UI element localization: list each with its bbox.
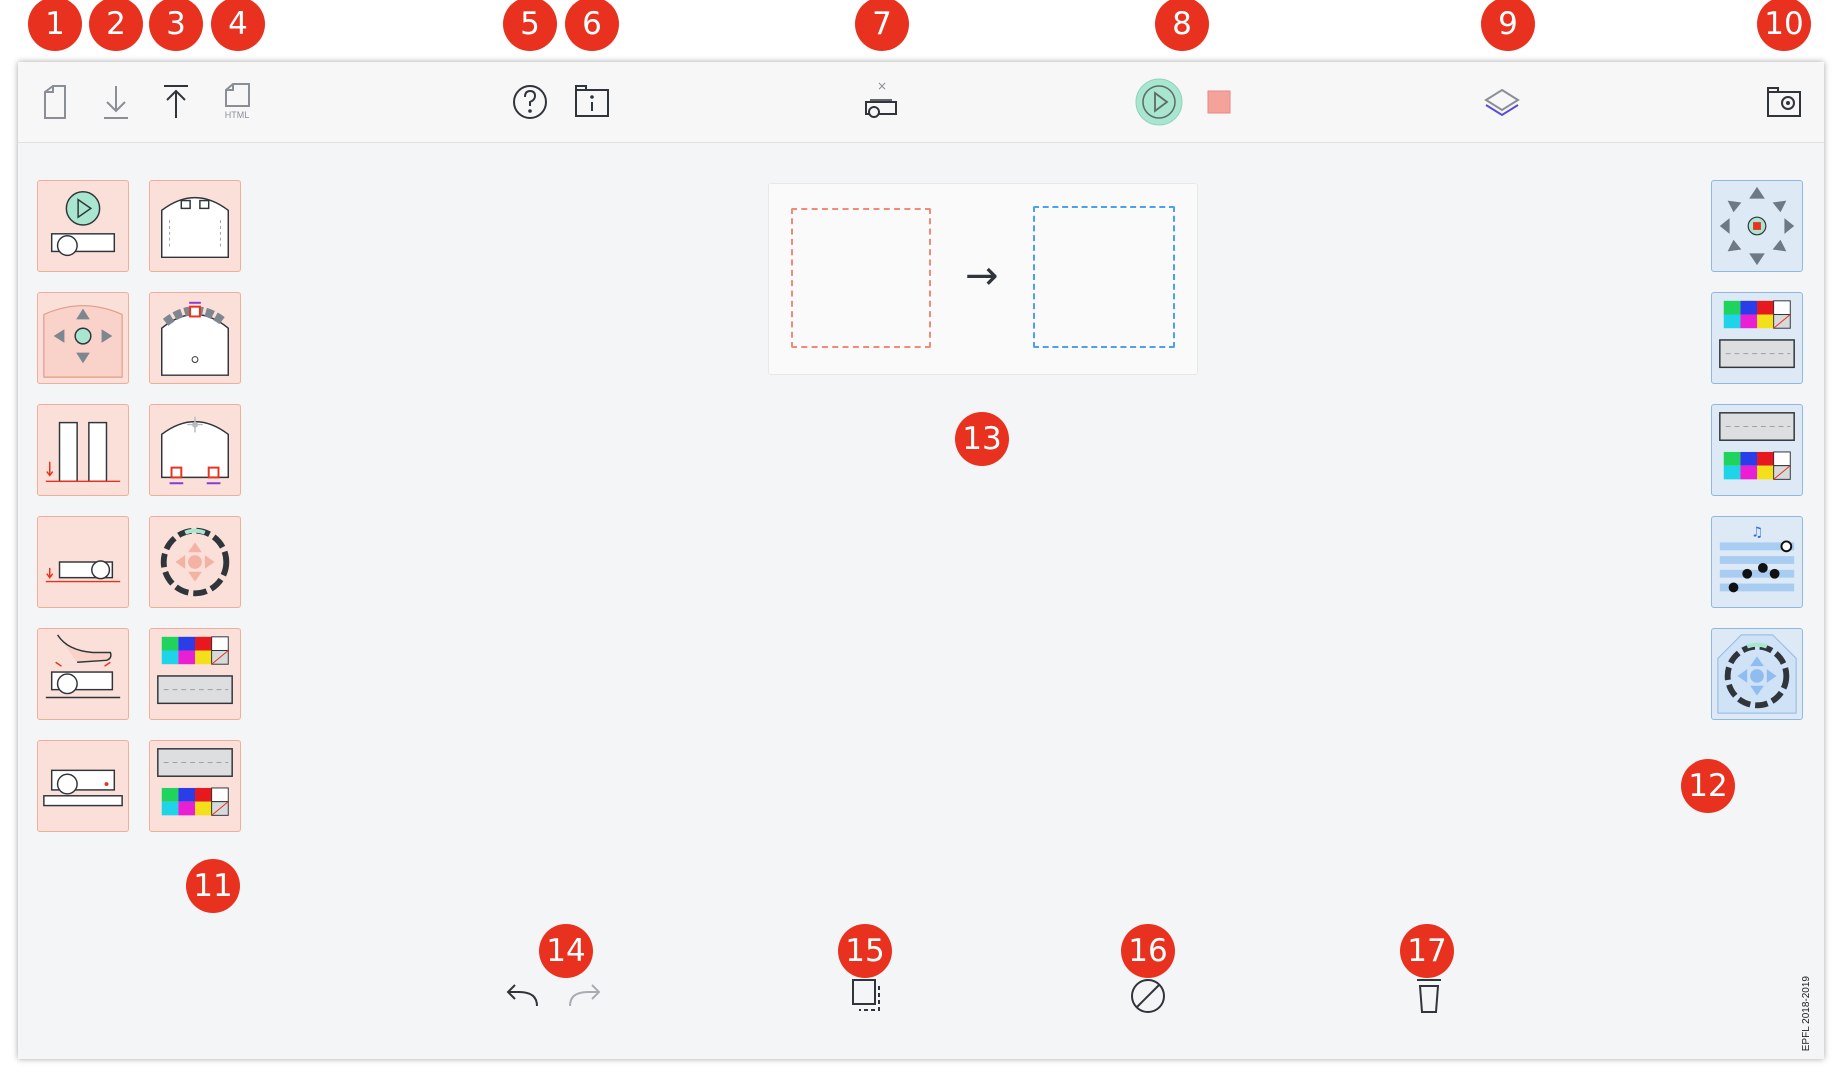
color-top-event-block[interactable] (149, 628, 241, 720)
acc-event-block[interactable] (37, 740, 129, 832)
action-drop-zone[interactable] (1033, 206, 1175, 348)
callout-12: 12 (1681, 759, 1735, 813)
run-button[interactable] (1135, 78, 1183, 126)
callout-7: 7 (855, 0, 909, 51)
play-icon (1135, 78, 1183, 126)
init-state-event-block[interactable] (149, 180, 241, 272)
front-prox-event-block[interactable] (149, 292, 241, 384)
robot-connection-button[interactable]: × (858, 78, 906, 126)
robot-top-icon (161, 197, 229, 259)
undo-icon (506, 984, 538, 1007)
redo-icon (569, 984, 601, 1007)
html-export-icon: HTML (225, 83, 250, 120)
svg-text:♫: ♫ (1751, 525, 1763, 541)
ground-event-block[interactable] (37, 516, 129, 608)
music-action-block[interactable]: ♫ (1711, 516, 1803, 608)
stop-icon (1207, 90, 1231, 114)
callout-16: 16 (1121, 924, 1175, 978)
event-drop-zone[interactable] (791, 208, 931, 348)
advanced-mode-button[interactable] (1478, 78, 1526, 126)
top-toolbar: HTML × (18, 62, 1824, 143)
duplicate-icon (852, 979, 880, 1011)
trash-button[interactable] (1405, 972, 1453, 1020)
callout-13: 13 (955, 412, 1009, 466)
callout-11: 11 (186, 859, 240, 913)
bottom-color-action-block[interactable] (1711, 404, 1803, 496)
rule-row: → (768, 183, 1198, 375)
back-sensors-icon (161, 416, 229, 485)
callout-5: 5 (503, 0, 557, 51)
callout-17: 17 (1400, 924, 1454, 978)
layers-icon (1484, 88, 1520, 117)
duplicate-button[interactable] (843, 972, 891, 1020)
callout-3: 3 (149, 0, 203, 51)
color-bottom-event-block[interactable] (149, 740, 241, 832)
html-label: HTML (225, 110, 250, 120)
disable-icon (1131, 979, 1165, 1013)
info-icon (575, 85, 609, 117)
top-color-icon (1719, 300, 1795, 369)
remote-direction-icon (1717, 634, 1797, 714)
settings-icon (1767, 87, 1801, 117)
back-prox-event-block[interactable] (149, 404, 241, 496)
undo-button[interactable] (499, 972, 547, 1020)
callout-8: 8 (1155, 0, 1209, 51)
callout-10: 10 (1757, 0, 1811, 51)
rule-arrow: → (965, 253, 999, 299)
remote-action-block[interactable] (1711, 628, 1803, 720)
disable-button[interactable] (1124, 972, 1172, 1020)
ground-event-icon (45, 560, 121, 583)
connection-status: × (877, 79, 887, 93)
callout-9: 9 (1481, 0, 1535, 51)
motor-arrows-icon (1719, 186, 1795, 266)
help-icon (513, 85, 547, 119)
motor-action-block[interactable] (1711, 180, 1803, 272)
upload-icon (164, 85, 188, 118)
settings-button[interactable] (1760, 78, 1808, 126)
buttons-icon (43, 305, 123, 378)
callout-15: 15 (838, 924, 892, 978)
help-button[interactable] (506, 78, 554, 126)
button-event-block[interactable] (37, 292, 129, 384)
callout-1: 1 (28, 0, 82, 51)
redo-button[interactable] (560, 972, 608, 1020)
copyright-credit: EPFL 2018-2019 (1801, 975, 1812, 1051)
about-button[interactable] (568, 78, 616, 126)
ground-prox-icon (45, 421, 121, 483)
music-notes-icon: ♫ (1719, 525, 1795, 593)
color-grid-bottom-icon (157, 748, 233, 816)
start-event-block[interactable] (37, 180, 129, 272)
callout-4: 4 (211, 0, 265, 51)
top-color-action-block[interactable] (1711, 292, 1803, 384)
bottom-color-icon (1719, 412, 1795, 480)
save-button[interactable] (92, 78, 140, 126)
export-html-button[interactable]: HTML (214, 78, 262, 126)
color-grid-top-icon (157, 636, 233, 705)
front-sensors-icon (161, 301, 229, 376)
callout-6: 6 (565, 0, 619, 51)
new-file-button[interactable] (31, 78, 79, 126)
stop-button[interactable] (1195, 78, 1243, 126)
remote-event-block[interactable] (149, 516, 241, 608)
download-icon (104, 86, 128, 119)
load-button[interactable] (152, 78, 200, 126)
trash-icon (1417, 979, 1441, 1013)
start-event-icon (50, 191, 116, 257)
callout-14: 14 (539, 924, 593, 978)
tap-event-block[interactable] (37, 628, 129, 720)
ground-prox-event-block[interactable] (37, 404, 129, 496)
callout-2: 2 (89, 0, 143, 51)
robot-disconnected-icon: × (865, 79, 897, 118)
tap-hand-icon (45, 634, 121, 699)
vpl-editor: HTML × ♫ → EPFL 2018-2019 (18, 62, 1824, 1059)
robot-level-icon (43, 769, 123, 807)
remote-control-icon (160, 527, 230, 597)
new-file-icon (44, 85, 66, 119)
